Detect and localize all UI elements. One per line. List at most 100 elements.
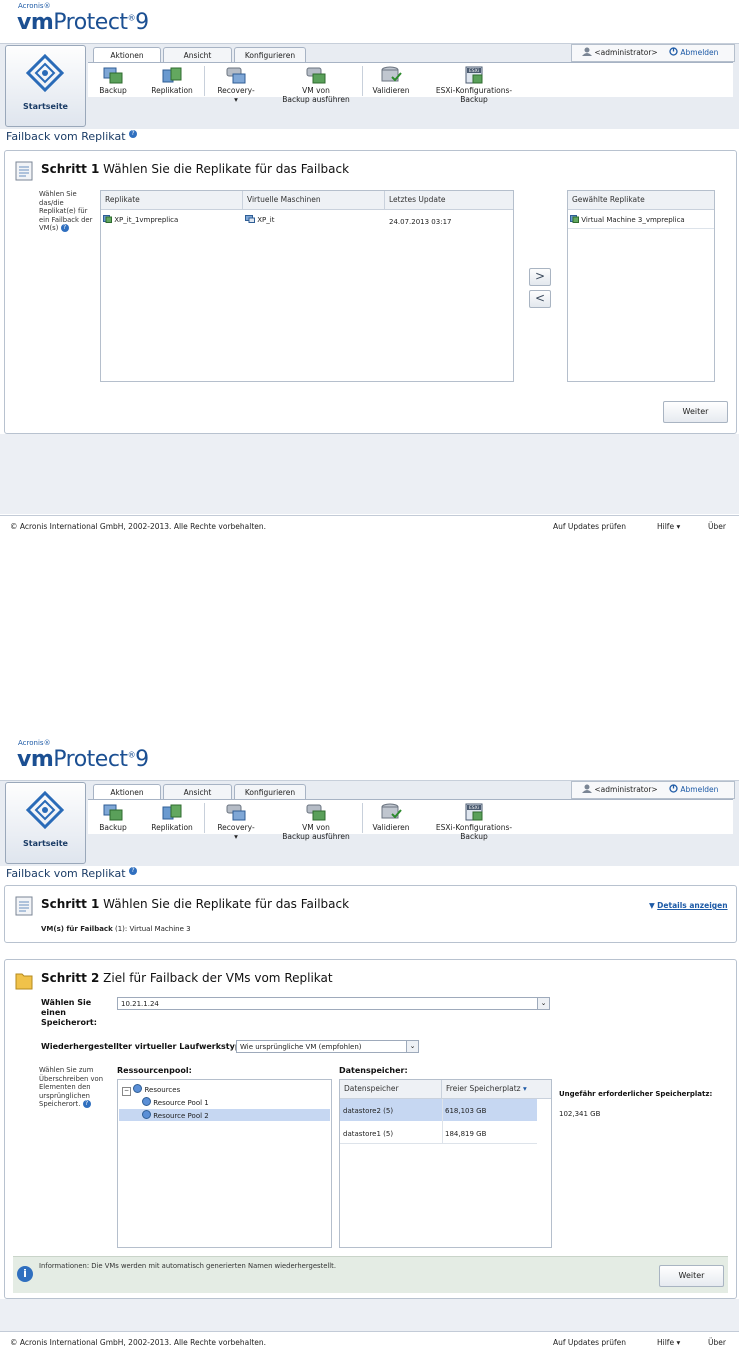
product-logo: vmProtect®9 [17, 10, 149, 35]
tree-node-root[interactable]: − Resources [122, 1084, 180, 1096]
recovery-icon [226, 67, 246, 84]
home-logo-icon [26, 791, 64, 829]
separator [362, 66, 363, 96]
column-header[interactable]: Gewählte Replikate [568, 191, 714, 209]
recovery-button[interactable]: Recovery- ▾ [212, 803, 260, 841]
tab-aktionen[interactable]: Aktionen [93, 47, 161, 63]
tab-konfigurieren[interactable]: Konfigurieren [234, 784, 306, 800]
info-bar: i Informationen: Die VMs werden mit auto… [13, 1256, 728, 1293]
about-link[interactable]: Über [708, 1332, 726, 1352]
vendor-label: Acronis® [18, 2, 51, 10]
help-icon[interactable]: ? [82, 1100, 91, 1108]
esxi-backup-button[interactable]: ESXi ESXi-Konfigurations- Backup [424, 803, 524, 841]
home-button[interactable]: Startseite [5, 782, 86, 864]
location-select[interactable]: 10.21.1.24 ⌄ [117, 997, 550, 1010]
collapse-icon[interactable]: − [122, 1087, 131, 1096]
chevron-down-icon: ⌄ [406, 1041, 418, 1052]
backup-icon [103, 67, 123, 84]
help-icon[interactable]: ? [129, 867, 138, 875]
help-menu[interactable]: Hilfe ▾ [657, 1332, 680, 1352]
column-header[interactable]: Datenspeicher [340, 1080, 442, 1098]
info-text: Informationen: Die VMs werden mit automa… [39, 1262, 336, 1270]
disk-type-select[interactable]: Wie ursprüngliche VM (empfohlen) ⌄ [236, 1040, 419, 1053]
esxi-backup-button[interactable]: ESXi ESXi-Konfigurations- Backup [424, 66, 524, 104]
check-updates-link[interactable]: Auf Updates prüfen [553, 1332, 626, 1352]
column-header[interactable]: Freier Speicherplatz ▾ [442, 1080, 537, 1098]
replication-button[interactable]: Replikation [148, 803, 196, 832]
resource-pool-tree: − Resources Resource Pool 1 Resource Poo… [117, 1079, 332, 1248]
replica-cell: XP_it_1vmpreplica [103, 215, 178, 224]
logout-link[interactable]: Abmelden [669, 45, 718, 61]
check-updates-link[interactable]: Auf Updates prüfen [553, 516, 626, 536]
vendor-label: Acronis® [18, 739, 51, 747]
info-icon: i [17, 1266, 33, 1282]
tab-konfigurieren[interactable]: Konfigurieren [234, 47, 306, 63]
separator [362, 803, 363, 833]
datastore-free-cell: 618,103 GB [445, 1107, 487, 1115]
home-button[interactable]: Startseite [5, 45, 86, 127]
backup-button[interactable]: Backup [96, 803, 130, 832]
details-toggle[interactable]: ▼ Details anzeigen [649, 901, 728, 910]
svg-text:ESXi: ESXi [469, 68, 479, 74]
column-header[interactable]: Virtuelle Maschinen [243, 191, 385, 209]
help-menu[interactable]: Hilfe ▾ [657, 516, 680, 536]
help-icon[interactable]: ? [60, 224, 69, 232]
step2-panel: Schritt 2 Ziel für Failback der VMs vom … [4, 959, 737, 1299]
product-logo: vmProtect®9 [17, 747, 149, 772]
user-icon [582, 47, 592, 56]
replication-button[interactable]: Replikation [148, 66, 196, 95]
step1-panel: Schritt 1 Wählen Sie die Replikate für d… [4, 150, 737, 434]
step1-heading: Schritt 1 Wählen Sie die Replikate für d… [41, 897, 350, 911]
logout-link[interactable]: Abmelden [669, 782, 718, 798]
resource-pool-label: Ressourcenpool: [117, 1066, 192, 1075]
validate-icon [381, 803, 402, 819]
datastore-label: Datenspeicher: [339, 1066, 408, 1075]
step1-heading: Schritt 1 Wählen Sie die Replikate für d… [41, 162, 350, 176]
run-vm-button[interactable]: VM von Backup ausführen [276, 803, 356, 841]
tree-node-selected[interactable]: Resource Pool 2 [142, 1110, 209, 1120]
replica-icon [570, 215, 579, 223]
datastore-name-cell: datastore2 (5) [343, 1107, 394, 1115]
selected-list-header: Gewählte Replikate [568, 191, 714, 210]
recovery-button[interactable]: Recovery- ▾ [212, 66, 260, 104]
column-header[interactable]: Replikate [101, 191, 243, 209]
column-header[interactable]: Letztes Update [385, 191, 513, 209]
table-header: Replikate Virtuelle Maschinen Letztes Up… [101, 191, 513, 210]
run-vm-button[interactable]: VM von Backup ausführen [276, 66, 356, 104]
next-button[interactable]: Weiter [659, 1265, 724, 1287]
list-item[interactable]: Virtual Machine 3_vmpreplica [568, 212, 714, 229]
user-bar: <administrator> Abmelden [571, 44, 735, 62]
user-name[interactable]: <administrator> [582, 782, 658, 798]
home-label: Startseite [23, 839, 68, 848]
about-link[interactable]: Über [708, 516, 726, 536]
document-icon [15, 896, 33, 916]
resource-pool-icon [142, 1110, 151, 1119]
replication-icon [162, 67, 182, 83]
validate-button[interactable]: Validieren [368, 66, 414, 95]
backup-button[interactable]: Backup [96, 66, 130, 95]
move-left-button[interactable]: < [529, 290, 551, 308]
separator [204, 66, 205, 96]
move-right-button[interactable]: > [529, 268, 551, 286]
tab-ansicht[interactable]: Ansicht [163, 784, 232, 800]
overwrite-help-text: Wählen Sie zum Überschreiben von Element… [39, 1066, 104, 1108]
copyright-text: © Acronis International GmbH, 2002-2013.… [10, 522, 267, 531]
tab-ansicht[interactable]: Ansicht [163, 47, 232, 63]
step1-summary-panel: Schritt 1 Wählen Sie die Replikate für d… [4, 885, 737, 943]
help-icon[interactable]: ? [129, 130, 138, 138]
vm-cell: XP_it [245, 215, 274, 224]
recovery-icon [226, 804, 246, 821]
user-name[interactable]: <administrator> [582, 45, 658, 61]
user-icon [582, 784, 592, 793]
required-space-value: 102,341 GB [559, 1110, 601, 1118]
home-logo-icon [26, 54, 64, 92]
screenshot-step2: Acronis® vmProtect®9 Startseite Aktionen… [0, 737, 739, 1352]
tab-aktionen[interactable]: Aktionen [93, 784, 161, 800]
tree-node[interactable]: Resource Pool 1 [142, 1097, 209, 1107]
next-button[interactable]: Weiter [663, 401, 728, 423]
validate-button[interactable]: Validieren [368, 803, 414, 832]
logout-icon [669, 784, 678, 793]
backup-icon [103, 804, 123, 821]
logout-icon [669, 47, 678, 56]
table-row[interactable]: XP_it_1vmpreplica XP_it 24.07.2013 03:17 [101, 212, 513, 228]
